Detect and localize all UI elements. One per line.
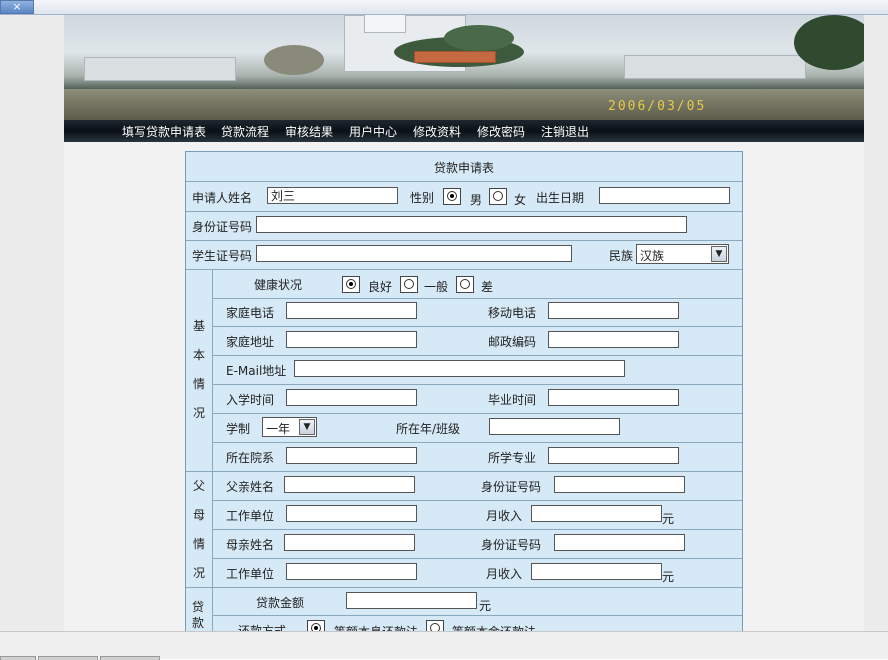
tab-close-button[interactable]: × [0, 0, 34, 14]
yuan-unit: 元 [662, 512, 675, 526]
id-number-input[interactable] [256, 216, 687, 233]
nav-user-center[interactable]: 用户中心 [349, 123, 397, 140]
mobile-label: 移动电话 [488, 306, 537, 320]
graduate-date-label: 毕业时间 [488, 393, 537, 407]
campus-banner-image: 2006/03/05 [64, 15, 864, 120]
department-input[interactable] [286, 447, 417, 464]
gender-label: 性别 [410, 191, 435, 205]
major-label: 所学专业 [488, 451, 537, 465]
father-id-label: 身份证号码 [481, 480, 542, 494]
gender-female-label: 女 [514, 193, 527, 207]
page-margin-right [864, 15, 888, 631]
father-id-input[interactable] [554, 476, 685, 493]
form-title: 贷款申请表 [433, 161, 494, 175]
student-id-input[interactable] [256, 245, 572, 262]
browser-status-bar [0, 631, 888, 660]
father-work-label: 工作单位 [226, 509, 275, 523]
health-poor-label: 差 [481, 280, 494, 294]
nav-logout[interactable]: 注销退出 [541, 123, 589, 140]
banner-date-stamp: 2006/03/05 [608, 99, 707, 114]
student-id-label: 学生证号码 [192, 249, 253, 263]
nav-fill-loan-form[interactable]: 填写贷款申请表 [122, 123, 206, 140]
chevron-down-icon: ▼ [299, 419, 315, 435]
mother-income-label: 月收入 [486, 567, 523, 581]
health-poor-radio[interactable] [456, 276, 474, 293]
basic-info-section-char: 况 [192, 406, 205, 420]
gender-male-radio[interactable] [443, 188, 461, 205]
nav-loan-process[interactable]: 贷款流程 [221, 123, 269, 140]
mother-id-label: 身份证号码 [481, 538, 542, 552]
parents-section-char: 况 [192, 566, 205, 580]
mother-id-input[interactable] [554, 534, 685, 551]
father-name-label: 父亲姓名 [226, 480, 275, 494]
ethnicity-value: 汉族 [640, 249, 665, 263]
class-input[interactable] [489, 418, 620, 435]
graduate-date-input[interactable] [548, 389, 679, 406]
home-phone-input[interactable] [286, 302, 417, 319]
main-nav-bar: 填写贷款申请表 贷款流程 审核结果 用户中心 修改资料 修改密码 注销退出 [64, 120, 864, 142]
loan-section-char: 款 [192, 616, 205, 630]
nav-change-password[interactable]: 修改密码 [477, 123, 525, 140]
enroll-date-label: 入学时间 [226, 393, 275, 407]
basic-info-section-char: 基 [192, 319, 205, 333]
gender-female-radio[interactable] [489, 188, 507, 205]
enroll-date-input[interactable] [286, 389, 417, 406]
ethnicity-label: 民族 [609, 249, 634, 263]
postcode-label: 邮政编码 [488, 335, 537, 349]
nav-review-result[interactable]: 审核结果 [285, 123, 333, 140]
taskbar-tab[interactable] [0, 656, 36, 660]
gender-male-label: 男 [470, 193, 483, 207]
browser-tab-bar: × [0, 0, 888, 15]
father-name-input[interactable] [284, 476, 415, 493]
parents-section-char: 情 [192, 537, 205, 551]
email-label: E-Mail地址 [226, 364, 287, 378]
id-number-label: 身份证号码 [192, 220, 253, 234]
loan-amount-label: 贷款金额 [256, 596, 305, 610]
page-margin-left [0, 15, 64, 631]
mother-work-label: 工作单位 [226, 567, 275, 581]
department-label: 所在院系 [226, 451, 275, 465]
loan-application-form: 贷款申请表 申请人姓名 性别 男 女 出生日期 身份证号码 学生证号码 民族 汉… [185, 151, 743, 633]
ethnicity-select[interactable]: 汉族 ▼ [636, 244, 729, 264]
postcode-input[interactable] [548, 331, 679, 348]
health-fair-radio[interactable] [400, 276, 418, 293]
applicant-name-label: 申请人姓名 [192, 191, 253, 205]
mother-name-label: 母亲姓名 [226, 538, 275, 552]
basic-info-section-char: 本 [192, 348, 205, 362]
health-label: 健康状况 [254, 278, 303, 292]
loan-section-char: 贷 [192, 600, 205, 614]
mother-income-input[interactable] [531, 563, 662, 580]
mobile-input[interactable] [548, 302, 679, 319]
nav-edit-profile[interactable]: 修改资料 [413, 123, 461, 140]
taskbar-tab[interactable] [38, 656, 98, 660]
health-good-label: 良好 [368, 280, 393, 294]
birth-date-label: 出生日期 [536, 191, 585, 205]
basic-info-section-char: 情 [192, 377, 205, 391]
mother-name-input[interactable] [284, 534, 415, 551]
home-phone-label: 家庭电话 [226, 306, 275, 320]
home-address-input[interactable] [286, 331, 417, 348]
schooling-label: 学制 [226, 422, 251, 436]
schooling-select[interactable]: 一年 ▼ [262, 417, 317, 437]
class-label: 所在年/班级 [396, 422, 461, 436]
parents-section-char: 父 [192, 479, 205, 493]
email-input[interactable] [294, 360, 625, 377]
applicant-name-input[interactable] [267, 187, 398, 204]
health-good-radio[interactable] [342, 276, 360, 293]
home-address-label: 家庭地址 [226, 335, 275, 349]
yuan-unit: 元 [479, 599, 492, 613]
father-income-label: 月收入 [486, 509, 523, 523]
birth-date-input[interactable] [599, 187, 730, 204]
father-work-input[interactable] [286, 505, 417, 522]
chevron-down-icon: ▼ [711, 246, 727, 262]
schooling-value: 一年 [266, 422, 291, 436]
mother-work-input[interactable] [286, 563, 417, 580]
major-input[interactable] [548, 447, 679, 464]
father-income-input[interactable] [531, 505, 662, 522]
yuan-unit: 元 [662, 570, 675, 584]
loan-amount-input[interactable] [346, 592, 477, 609]
taskbar-tab[interactable] [100, 656, 160, 660]
parents-section-char: 母 [192, 508, 205, 522]
health-fair-label: 一般 [424, 280, 449, 294]
